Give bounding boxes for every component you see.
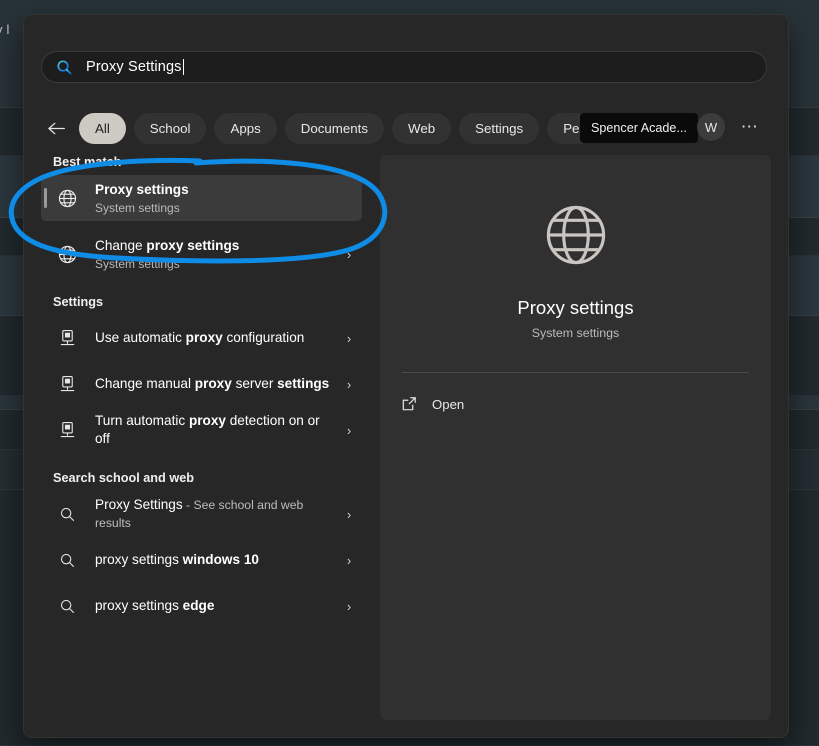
settings-result-row-2[interactable]: Turn automatic proxy detection on or off… (41, 407, 362, 453)
result-row-change-proxy-settings[interactable]: Change proxy settings System settings › (41, 231, 362, 277)
web-result-row-1[interactable]: proxy settings windows 10 › (41, 537, 362, 583)
web-result-group: Proxy Settings - See school and web resu… (24, 491, 380, 629)
result-title: proxy settings edge (95, 598, 215, 613)
search-flyout-panel: Proxy Settings All School Apps Documents Web… (23, 14, 789, 738)
preview-title: Proxy settings (517, 297, 634, 318)
preview-pane: Proxy settings System settings Open (380, 155, 771, 720)
filter-chip-apps[interactable]: Apps (214, 112, 277, 144)
result-title: Proxy Settings - See school and web resu… (95, 497, 304, 530)
result-body: proxy settings windows 10 (95, 551, 336, 569)
open-action-label: Open (432, 396, 465, 412)
result-body: Use automatic proxy configuration (95, 329, 336, 347)
chevron-right-icon[interactable]: › (336, 599, 362, 614)
search-input-value[interactable]: Proxy Settings (86, 59, 182, 75)
result-title: Proxy settings (95, 181, 189, 197)
filter-chip-school[interactable]: School (133, 112, 207, 144)
settings-result-row-1[interactable]: Change manual proxy server settings › (41, 361, 362, 407)
chevron-right-icon[interactable]: › (336, 377, 362, 392)
filter-chip-documents[interactable]: Documents (284, 112, 385, 144)
search-box[interactable]: Proxy Settings (41, 51, 767, 83)
ellipsis-icon[interactable]: ⋯ (736, 113, 764, 141)
text-caret (182, 59, 184, 75)
section-header-web: Search school and web (53, 471, 195, 485)
open-action-button[interactable]: Open (398, 390, 771, 418)
result-subtitle: System settings (95, 200, 180, 215)
magnifier-icon (55, 552, 79, 569)
chevron-right-icon[interactable]: › (336, 553, 362, 568)
result-title: proxy settings windows 10 (95, 552, 259, 567)
filter-chip-all[interactable]: All (79, 112, 126, 144)
preview-divider (402, 372, 749, 373)
back-arrow-icon[interactable] (41, 113, 71, 143)
result-title: Use automatic proxy configuration (95, 330, 305, 345)
section-header-best-match: Best match (53, 155, 122, 169)
web-result-row-0[interactable]: Proxy Settings - See school and web resu… (41, 491, 362, 537)
result-subtitle: System settings (95, 256, 180, 271)
result-row-best-match[interactable]: Proxy settings System settings (41, 175, 362, 221)
preview-subtitle: System settings (531, 326, 620, 340)
filter-chip-web[interactable]: Web (392, 112, 452, 144)
globe-icon (55, 244, 79, 265)
magnifier-icon (55, 506, 79, 523)
result-body: Turn automatic proxy detection on or off (95, 412, 336, 448)
result-title: Change proxy settings (95, 237, 240, 253)
settings-result-group: Use automatic proxy configuration › Change… (24, 315, 380, 453)
chevron-right-icon[interactable]: › (336, 247, 362, 262)
result-body: Proxy Settings - See school and web resu… (95, 496, 336, 532)
search-icon (56, 59, 73, 76)
section-header-settings: Settings (53, 295, 104, 309)
results-list: Best match Proxy settings System setting… (24, 155, 380, 737)
globe-icon (55, 188, 79, 209)
result-title: Turn automatic proxy detection on or off (95, 413, 320, 446)
settings-device-icon (55, 329, 79, 348)
result-body: Change manual proxy server settings (95, 375, 336, 393)
settings-device-icon (55, 421, 79, 440)
settings-device-icon (55, 375, 79, 394)
clipped-background-text: y l (0, 22, 10, 37)
chevron-right-icon[interactable]: › (336, 331, 362, 346)
result-body: proxy settings edge (95, 597, 336, 615)
filter-chip-settings[interactable]: Settings (459, 112, 540, 144)
account-tooltip: Spencer Acade... (580, 113, 698, 143)
result-title: Change manual proxy server settings (95, 376, 330, 391)
chevron-right-icon[interactable]: › (336, 423, 362, 438)
selection-accent-bar (44, 188, 47, 208)
magnifier-icon (55, 598, 79, 615)
avatar[interactable]: W (697, 113, 725, 141)
chevron-right-icon[interactable]: › (336, 507, 362, 522)
settings-result-row-0[interactable]: Use automatic proxy configuration › (41, 315, 362, 361)
web-result-row-2[interactable]: proxy settings edge › (41, 583, 362, 629)
globe-icon (540, 199, 612, 271)
external-link-icon (398, 396, 420, 412)
